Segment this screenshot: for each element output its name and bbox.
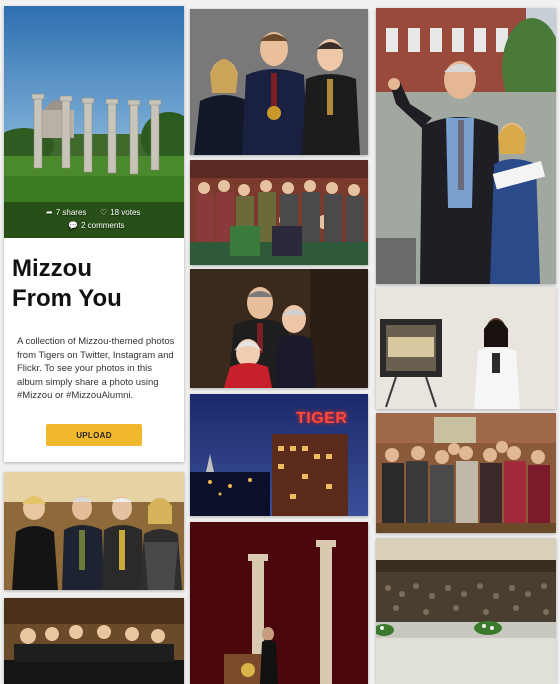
share-arrow-icon: ➦ (46, 208, 53, 217)
photo-couple-with-man[interactable] (190, 269, 368, 388)
photo-stage-columns[interactable] (190, 522, 368, 684)
votes-stat[interactable]: ♡ 18 votes (100, 208, 140, 217)
album-description: A collection of Mizzou-themed photos fro… (17, 336, 175, 401)
photo-group-bar[interactable] (4, 598, 184, 684)
shares-count: 7 shares (55, 208, 87, 217)
album-cover-photo[interactable]: ➦ 7 shares ♡ 18 votes 💬 2 comments (4, 6, 184, 238)
comments-count: 2 comments (80, 221, 125, 230)
speech-bubble-icon: 💬 (68, 221, 78, 230)
neon-sign-text: TIGER (296, 410, 348, 427)
photo-man-speaking-outdoors[interactable] (376, 8, 556, 284)
comments-stat[interactable]: 💬 2 comments (68, 221, 125, 230)
photo-woman-speaker[interactable] (376, 287, 556, 409)
heart-icon: ♡ (100, 208, 108, 217)
photo-three-people-medal[interactable] (190, 9, 368, 155)
album-title-line1: Mizzou (12, 255, 92, 282)
photo-group-indoors[interactable] (376, 413, 556, 533)
votes-count: 18 votes (110, 208, 141, 217)
album-title: Mizzou From You (12, 254, 182, 314)
shares-stat[interactable]: ➦ 7 shares (46, 208, 86, 217)
photo-four-people-banquet[interactable] (4, 472, 184, 590)
photo-ballroom[interactable] (376, 538, 556, 684)
upload-button[interactable]: UPLOAD (46, 424, 142, 446)
photo-group-room[interactable] (190, 160, 368, 265)
photo-tiger-hotel-sign[interactable]: TIGER (190, 394, 368, 516)
album-title-line2: From You (12, 285, 122, 312)
album-card: ➦ 7 shares ♡ 18 votes 💬 2 comments Mizzo… (4, 6, 184, 462)
